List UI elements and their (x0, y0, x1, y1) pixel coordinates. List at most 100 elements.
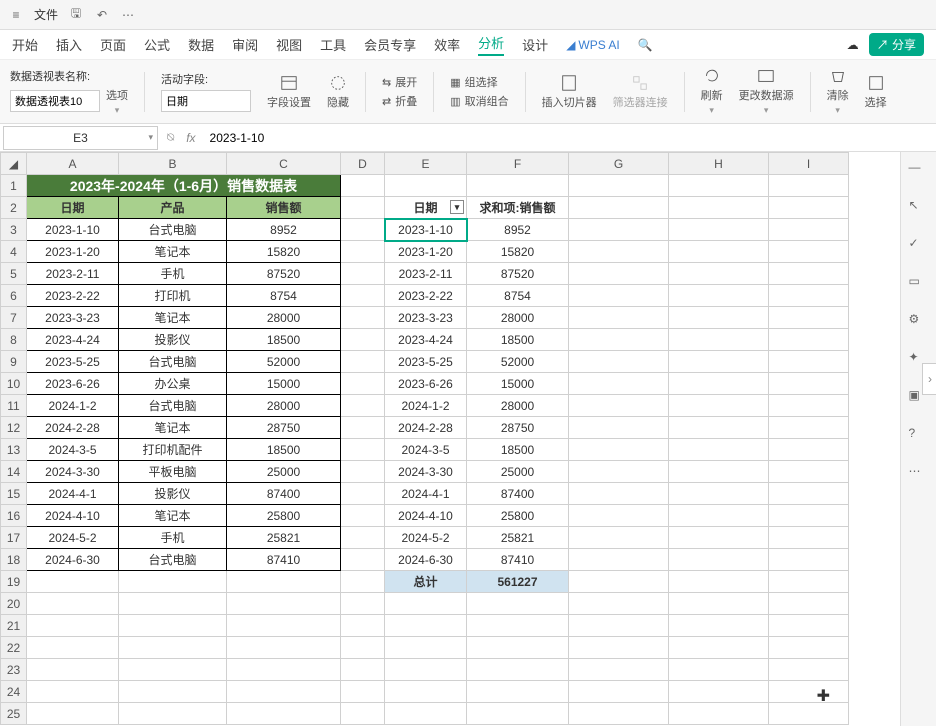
cell[interactable] (769, 329, 849, 351)
row-header[interactable]: 13 (1, 439, 27, 461)
cell[interactable]: 2024-4-10 (27, 505, 119, 527)
cell[interactable]: 手机 (119, 263, 227, 285)
cell[interactable] (669, 637, 769, 659)
cell[interactable]: 2023-1-20 (385, 241, 467, 263)
cell[interactable]: 2023-2-22 (27, 285, 119, 307)
cell[interactable]: 18500 (227, 439, 341, 461)
cell[interactable] (769, 681, 849, 703)
help-icon[interactable]: ? (909, 426, 929, 446)
row-header[interactable]: 17 (1, 527, 27, 549)
cell[interactable] (119, 703, 227, 725)
row-header[interactable]: 10 (1, 373, 27, 395)
cell[interactable]: 8754 (227, 285, 341, 307)
cell[interactable] (341, 285, 385, 307)
cell[interactable]: 52000 (467, 351, 569, 373)
select-button[interactable]: 选择 (865, 74, 887, 110)
cell[interactable] (769, 549, 849, 571)
cell[interactable] (227, 659, 341, 681)
row-header[interactable]: 24 (1, 681, 27, 703)
cell[interactable] (569, 307, 669, 329)
row-header[interactable]: 2 (1, 197, 27, 219)
cell[interactable] (227, 571, 341, 593)
more-panel-icon[interactable]: ⋯ (909, 464, 929, 484)
col-header[interactable]: F (467, 153, 569, 175)
row-header[interactable]: 15 (1, 483, 27, 505)
cell[interactable]: 日期▾ (385, 197, 467, 219)
row-header[interactable]: 7 (1, 307, 27, 329)
cell[interactable]: 2024-2-28 (385, 417, 467, 439)
cell[interactable]: 18500 (467, 439, 569, 461)
cell[interactable] (669, 329, 769, 351)
cell[interactable]: 2023-1-10 (27, 219, 119, 241)
cell[interactable] (341, 637, 385, 659)
cell[interactable]: 打印机 (119, 285, 227, 307)
collapse-button[interactable]: ⇄ 折叠 (382, 93, 417, 109)
minus-icon[interactable]: — (909, 160, 929, 180)
cell[interactable] (769, 241, 849, 263)
cell[interactable] (385, 681, 467, 703)
cell[interactable] (769, 505, 849, 527)
cancel-icon[interactable]: ⍉ (161, 130, 180, 145)
menu-member[interactable]: 会员专享 (364, 35, 416, 54)
cell[interactable] (27, 659, 119, 681)
cell[interactable]: 18500 (467, 329, 569, 351)
cell[interactable] (27, 681, 119, 703)
cell[interactable]: 25821 (227, 527, 341, 549)
cell[interactable] (769, 527, 849, 549)
cell[interactable]: 笔记本 (119, 505, 227, 527)
cell[interactable] (769, 417, 849, 439)
cell[interactable]: 87400 (467, 483, 569, 505)
cell[interactable]: 25000 (227, 461, 341, 483)
cell[interactable] (669, 439, 769, 461)
cell[interactable] (341, 417, 385, 439)
cell[interactable]: 25800 (227, 505, 341, 527)
cell[interactable] (341, 439, 385, 461)
fx-icon[interactable]: fx (180, 131, 201, 145)
cell[interactable] (669, 373, 769, 395)
menu-view[interactable]: 视图 (276, 35, 302, 54)
cell[interactable]: 2023-6-26 (27, 373, 119, 395)
cell[interactable] (669, 307, 769, 329)
cell[interactable] (341, 219, 385, 241)
cell[interactable] (27, 703, 119, 725)
cell[interactable]: 笔记本 (119, 241, 227, 263)
cell[interactable]: 87520 (227, 263, 341, 285)
cell[interactable]: 561227 (467, 571, 569, 593)
cell[interactable]: 2023-5-25 (27, 351, 119, 373)
cell[interactable] (27, 615, 119, 637)
search-icon[interactable]: 🔍 (638, 38, 653, 52)
cell[interactable] (385, 659, 467, 681)
file-menu[interactable]: 文件 (34, 6, 58, 23)
cell[interactable] (669, 197, 769, 219)
cell[interactable]: 8952 (467, 219, 569, 241)
cell[interactable] (227, 615, 341, 637)
cell[interactable] (569, 549, 669, 571)
cell[interactable]: 台式电脑 (119, 351, 227, 373)
cell[interactable]: 办公桌 (119, 373, 227, 395)
cell[interactable]: 87520 (467, 263, 569, 285)
wps-ai-button[interactable]: ◢WPS AI (566, 38, 620, 52)
cell[interactable] (669, 351, 769, 373)
cell[interactable]: 日期 (27, 197, 119, 219)
cell[interactable] (769, 219, 849, 241)
cell[interactable] (569, 615, 669, 637)
col-header[interactable]: H (669, 153, 769, 175)
undo-icon[interactable]: ↶ (94, 7, 110, 23)
row-header[interactable]: 6 (1, 285, 27, 307)
cell[interactable] (341, 505, 385, 527)
ribbon-scroll-right[interactable]: › (922, 363, 936, 395)
cell[interactable] (341, 681, 385, 703)
cell[interactable]: 25000 (467, 461, 569, 483)
share-button[interactable]: ↗ 分享 (869, 33, 924, 56)
menu-review[interactable]: 审阅 (232, 35, 258, 54)
cell[interactable] (341, 571, 385, 593)
cell[interactable]: 2023-1-20 (27, 241, 119, 263)
col-header[interactable]: B (119, 153, 227, 175)
cell[interactable]: 2024-5-2 (385, 527, 467, 549)
col-header[interactable]: A (27, 153, 119, 175)
cell[interactable] (569, 175, 669, 197)
cell[interactable] (467, 703, 569, 725)
cell[interactable] (227, 703, 341, 725)
cell[interactable] (569, 395, 669, 417)
menu-start[interactable]: 开始 (12, 35, 38, 54)
